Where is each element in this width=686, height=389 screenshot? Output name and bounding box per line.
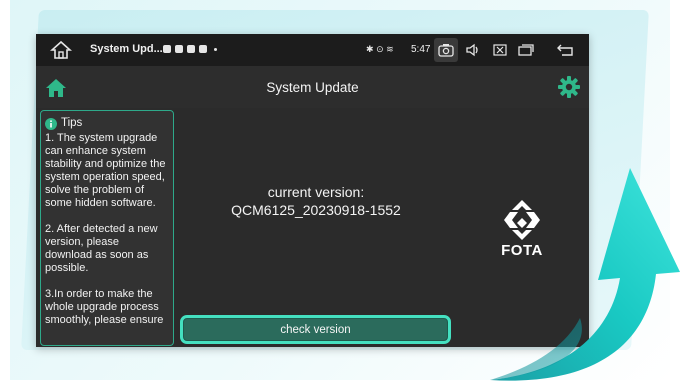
close-icon: [493, 44, 507, 56]
gear-icon[interactable]: [557, 75, 581, 99]
recent-apps-button[interactable]: [514, 38, 538, 62]
status-app-title: System Upd...: [90, 43, 163, 55]
upgrade-arrow-icon: [490, 168, 680, 381]
app-icon: [199, 45, 207, 53]
notification-icons: [163, 45, 217, 53]
close-button[interactable]: [488, 38, 512, 62]
back-icon: [557, 44, 573, 56]
app-bar: System Update: [36, 66, 589, 108]
home-icon[interactable]: [50, 40, 72, 60]
tip-item: 2. After detected a new version, please …: [45, 223, 158, 274]
dot-icon: [214, 48, 217, 51]
camera-button[interactable]: [434, 38, 458, 62]
wifi-icon: ≋: [386, 44, 394, 54]
current-version-label: current version:: [267, 184, 365, 200]
recent-apps-icon: [518, 44, 534, 56]
info-icon: [45, 117, 57, 130]
volume-icon: [466, 43, 478, 57]
youtube-icon: [187, 45, 195, 53]
clock: 5:47: [411, 44, 431, 55]
location-icon: ⊙: [376, 44, 384, 54]
home-icon[interactable]: [45, 77, 67, 99]
camera-icon: [438, 44, 454, 57]
tips-panel[interactable]: Tips 1. The system upgrade can enhance s…: [40, 110, 174, 346]
tips-heading: Tips: [45, 117, 167, 130]
gallery-icon: [175, 45, 183, 53]
back-button[interactable]: [553, 38, 577, 62]
check-version-button[interactable]: check version: [180, 315, 451, 344]
current-version-value: QCM6125_20230918-1552: [231, 202, 401, 218]
bluetooth-icon: ✱: [366, 44, 374, 54]
tip-item: 1. The system upgrade can enhance system…: [45, 132, 166, 209]
chat-icon: [163, 45, 171, 53]
volume-button[interactable]: [461, 38, 485, 62]
status-icons: ✱ ⊙ ≋: [366, 44, 394, 55]
status-bar: System Upd... ✱ ⊙ ≋ 5:47: [36, 34, 589, 66]
tip-item: 3.In order to make the whole upgrade pro…: [45, 288, 164, 326]
page-title: System Update: [266, 80, 359, 95]
tips-title: Tips: [61, 117, 83, 129]
